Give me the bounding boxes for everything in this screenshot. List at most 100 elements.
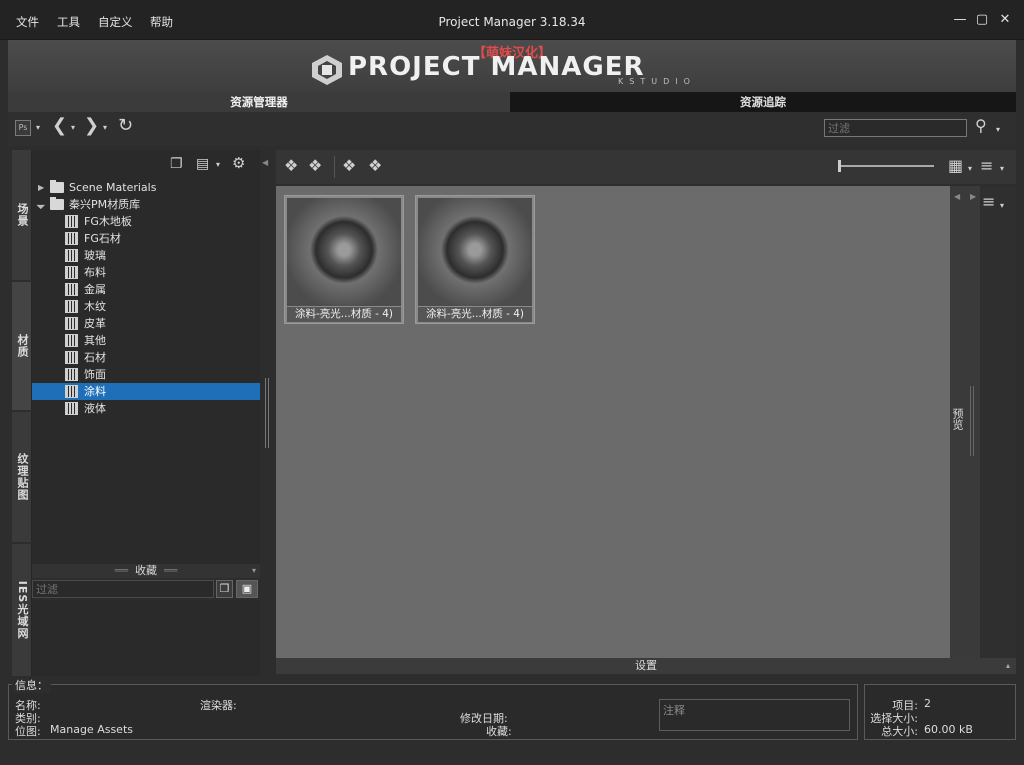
collapse-left-icon[interactable]: ◀ [262, 158, 268, 167]
dock-right-arrow-icon[interactable]: ▶ [970, 192, 976, 201]
material-preview-image [418, 198, 532, 306]
sort-icon[interactable]: ≡ [980, 156, 993, 176]
menu-help[interactable]: 帮助 [150, 14, 173, 30]
material-library-icon [65, 283, 78, 296]
material-thumbnail[interactable]: 涂料-亮光...材质 - 4) [415, 195, 535, 324]
toolbar-divider [334, 156, 335, 178]
favorites-header[interactable]: ══ 收藏 ══ ▾ [32, 564, 260, 578]
layout-dropdown-icon[interactable]: ▾ [216, 155, 220, 175]
app-badge: Ps [18, 123, 28, 132]
folder-icon [50, 197, 64, 210]
minimize-icon[interactable]: — [950, 10, 970, 30]
settings-expand-icon[interactable]: ▴ [1006, 658, 1010, 674]
tree-item-material-category[interactable]: FG木地板 [32, 213, 260, 230]
slider-handle[interactable] [838, 160, 841, 172]
back-arrow-icon[interactable]: ❮ [52, 116, 67, 136]
settings-bar[interactable]: 设置 ▴ [276, 658, 1016, 674]
maximize-icon[interactable]: ▢ [972, 10, 992, 30]
tree-item-material-category[interactable]: 液体 [32, 400, 260, 417]
renderer-label: 渲染器: [200, 699, 237, 712]
title-bar: 文件 工具 自定义 帮助 Project Manager 3.18.34 — ▢… [0, 0, 1024, 40]
favorites-dropdown-icon[interactable]: ▾ [252, 564, 256, 578]
location-label: 位图: [15, 725, 41, 738]
tree-item-scene-materials[interactable]: ▶ Scene Materials [32, 179, 260, 196]
photoshop-app-icon[interactable]: Ps [15, 120, 31, 136]
dock-left-arrow-icon[interactable]: ◀ [954, 192, 960, 201]
tree-item-material-category[interactable]: 木纹 [32, 298, 260, 315]
menu-customize[interactable]: 自定义 [98, 14, 133, 30]
forward-arrow-icon[interactable]: ❯ [84, 116, 99, 136]
tree-item-material-category[interactable]: 玻璃 [32, 247, 260, 264]
material-library-icon [65, 266, 78, 279]
thumbnail-caption: 涂料-亮光...材质 - 4) [287, 307, 401, 322]
material-library-icon [65, 215, 78, 228]
splitter-grip[interactable] [265, 378, 269, 448]
side-tab-scene[interactable]: 场景 [12, 150, 32, 280]
material-library-icon [65, 368, 78, 381]
details-dock: ≡ ▾ [980, 186, 1016, 658]
thumbnail-caption: 涂料-亮光...材质 - 4) [418, 307, 532, 322]
tab-asset-tracking[interactable]: 资源追踪 [510, 92, 1016, 112]
menu-file[interactable]: 文件 [16, 14, 39, 30]
collapse-arrow-icon[interactable]: ◢ [33, 196, 49, 212]
layout-icon[interactable]: ▤ [196, 154, 209, 174]
view-dropdown-icon[interactable]: ▾ [968, 159, 972, 179]
tree-item-library[interactable]: ◢ 秦兴PM材质库 [32, 196, 260, 213]
favorites-toggle-icon[interactable]: ▣ [236, 580, 258, 598]
details-menu-icon[interactable]: ≡ [982, 192, 995, 212]
folder-icon [50, 180, 64, 193]
total-size-value: 60.00 kB [924, 723, 973, 736]
material-library-icon [65, 232, 78, 245]
favorite-label: 收藏: [486, 725, 512, 738]
vendor-name: KSTUDIO [618, 77, 696, 86]
material-library-icon [65, 317, 78, 330]
top-filter-input[interactable] [824, 119, 967, 137]
notes-field[interactable]: 注释 [659, 699, 850, 731]
expand-arrow-icon[interactable]: ▶ [38, 179, 44, 196]
collapse-all-icon[interactable]: ❐ [170, 154, 183, 174]
pick-material-icon[interactable]: ❖ [308, 156, 322, 176]
preview-dock: ◀ ▶ 预览 [950, 186, 980, 658]
render-preview-icon[interactable]: ❖ [342, 156, 356, 176]
tree-item-material-category[interactable]: FG石材 [32, 230, 260, 247]
panel-splitter[interactable]: ◀ [260, 150, 274, 676]
app-dropdown-icon[interactable]: ▾ [36, 118, 40, 138]
menu-tools[interactable]: 工具 [57, 14, 80, 30]
side-tab-materials[interactable]: 材质 [12, 282, 32, 410]
items-value: 2 [924, 697, 931, 710]
product-banner: 【萌妹汉化】 PROJECT MANAGER KSTUDIO [8, 40, 1016, 92]
favorites-filter-input[interactable] [32, 580, 214, 598]
grid-view-icon[interactable]: ▦ [948, 156, 963, 176]
refresh-icon[interactable]: ↻ [118, 116, 133, 136]
preview-tab[interactable]: 预览 [951, 408, 965, 456]
material-preview-image [287, 198, 401, 306]
material-library-icon [65, 334, 78, 347]
tree-item-material-category[interactable]: 涂料 [32, 383, 260, 400]
favorites-view-icon[interactable]: ❐ [216, 580, 233, 598]
tree-item-material-category[interactable]: 皮革 [32, 315, 260, 332]
update-preview-icon[interactable]: ❖ [368, 156, 382, 176]
forward-dropdown-icon[interactable]: ▾ [103, 118, 107, 138]
content-toolbar: ❖ ❖ ❖ ❖ ▦ ▾ ≡ ▾ [276, 150, 1016, 184]
pm-logo-icon [312, 55, 342, 85]
tree-item-material-category[interactable]: 金属 [32, 281, 260, 298]
search-icon[interactable]: ⚲ [975, 116, 987, 136]
close-icon[interactable]: ✕ [995, 10, 1015, 30]
side-tab-ies[interactable]: IES光域网 [12, 544, 32, 676]
assign-material-icon[interactable]: ❖ [284, 156, 298, 176]
back-dropdown-icon[interactable]: ▾ [71, 118, 75, 138]
material-library-icon [65, 300, 78, 313]
tree-item-material-category[interactable]: 其他 [32, 332, 260, 349]
tab-asset-browser[interactable]: 资源管理器 [8, 92, 510, 112]
tree-item-material-category[interactable]: 饰面 [32, 366, 260, 383]
side-tab-textures[interactable]: 纹理贴图 [12, 412, 32, 542]
details-dropdown-icon[interactable]: ▾ [1000, 196, 1004, 216]
tree-item-material-category[interactable]: 石材 [32, 349, 260, 366]
gear-icon[interactable]: ⚙ [232, 153, 245, 173]
material-thumbnail[interactable]: 涂料-亮光...材质 - 4) [284, 195, 404, 324]
tree-item-material-category[interactable]: 布料 [32, 264, 260, 281]
sort-dropdown-icon[interactable]: ▾ [1000, 159, 1004, 179]
search-dropdown-icon[interactable]: ▾ [996, 120, 1000, 140]
dock-grip[interactable] [970, 386, 974, 456]
thumbnail-size-slider[interactable] [838, 165, 934, 167]
